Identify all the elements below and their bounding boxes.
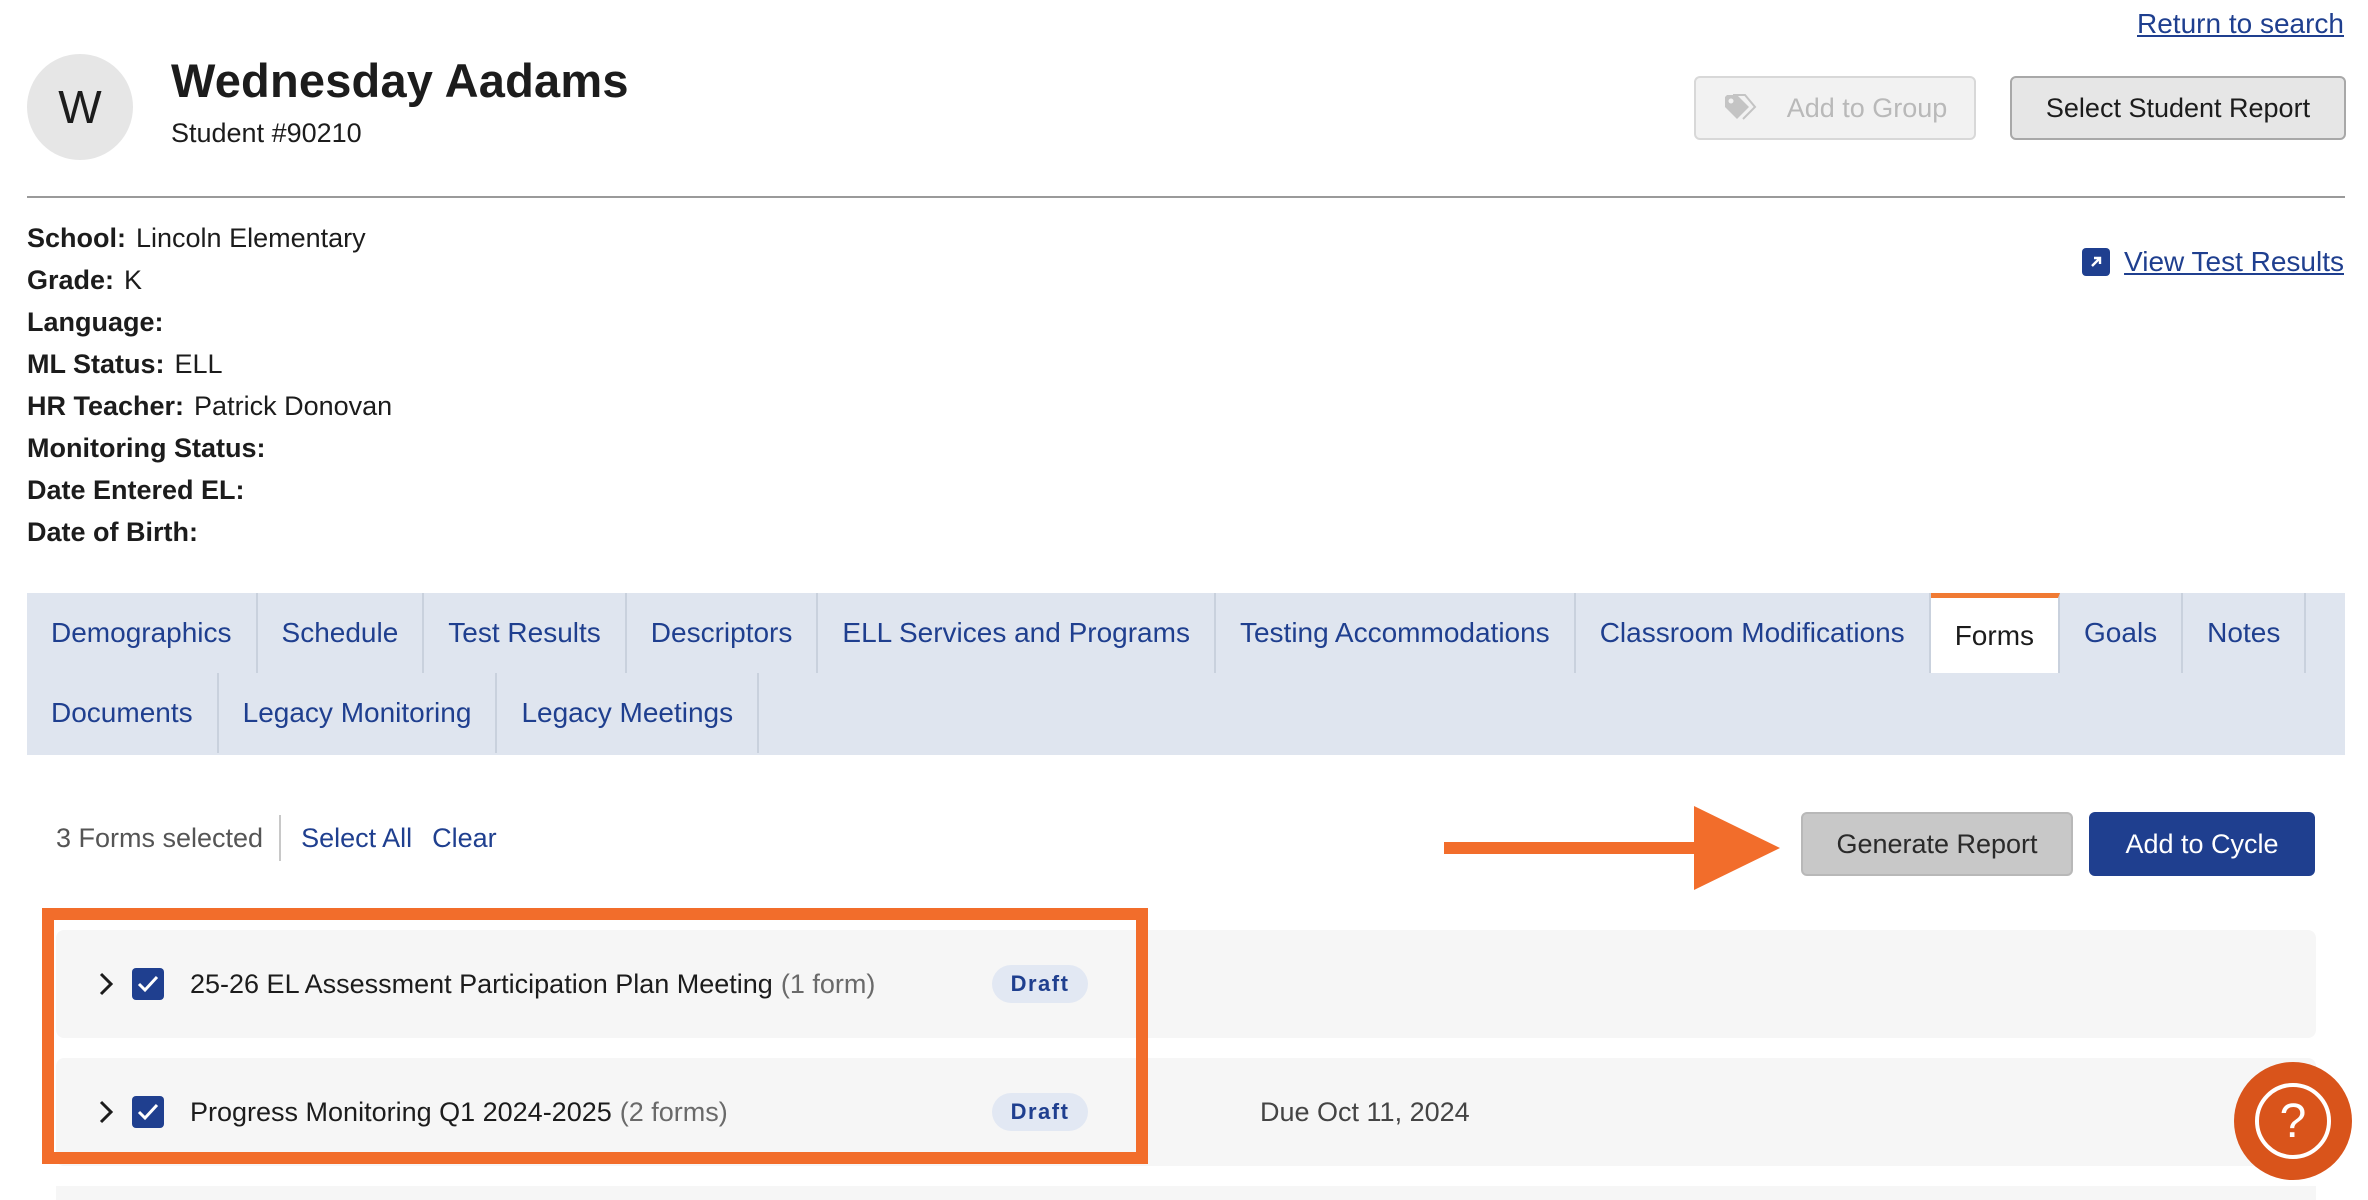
info-label: ML Status: [27, 349, 165, 379]
tab-documents[interactable]: Documents [27, 673, 219, 753]
checkbox-checked-icon[interactable] [132, 968, 164, 1000]
tab-legacy-meetings[interactable]: Legacy Meetings [497, 673, 760, 753]
info-row-grade: Grade: K [27, 262, 392, 304]
due-date: Due Oct 11, 2024 [1260, 1096, 1470, 1127]
form-title: 25-26 EL Assessment Participation Plan M… [190, 968, 773, 999]
avatar: W [27, 54, 133, 160]
student-info: School: Lincoln Elementary Grade: K Langua… [27, 220, 392, 556]
tab-testing-accommodations[interactable]: Testing Accommodations [1216, 593, 1576, 673]
info-label: Grade: [27, 265, 115, 295]
info-value: Patrick Donovan [194, 391, 393, 421]
tab-forms[interactable]: Forms [1930, 593, 2061, 673]
tab-bar: Demographics Schedule Test Results Descr… [27, 593, 2345, 755]
status-badge: Draft [992, 1093, 1088, 1131]
tag-icon [1723, 93, 1757, 123]
chevron-right-icon[interactable] [96, 970, 120, 998]
tab-descriptors[interactable]: Descriptors [627, 593, 819, 673]
info-row-ml-status: ML Status: ELL [27, 346, 392, 388]
tab-ell-services[interactable]: ELL Services and Programs [818, 593, 1216, 673]
student-number: Student #90210 [171, 118, 362, 148]
info-label: Date of Birth: [27, 517, 198, 547]
select-all-link[interactable]: Select All [301, 823, 412, 854]
student-name-block: Wednesday Aadams Student #90210 [171, 53, 629, 149]
list-item[interactable]: 25-26 EL Assessment Participation Plan M… [56, 930, 2316, 1038]
view-test-results-label: View Test Results [2124, 246, 2344, 277]
tab-goals[interactable]: Goals [2060, 593, 2184, 673]
forms-list: 25-26 EL Assessment Participation Plan M… [56, 930, 2316, 1186]
tab-demographics[interactable]: Demographics [27, 593, 258, 673]
tab-legacy-monitoring[interactable]: Legacy Monitoring [219, 673, 498, 753]
add-to-cycle-button[interactable]: Add to Cycle [2089, 812, 2315, 876]
view-test-results-link[interactable]: View Test Results [2082, 246, 2344, 278]
generate-report-button[interactable]: Generate Report [1801, 812, 2073, 876]
info-value: Lincoln Elementary [136, 223, 366, 253]
student-name: Wednesday Aadams [171, 54, 629, 107]
student-header: W Wednesday Aadams Student #90210 [27, 54, 629, 160]
info-row-monitoring-status: Monitoring Status: [27, 430, 392, 472]
header-divider [27, 196, 2345, 198]
tab-classroom-modifications[interactable]: Classroom Modifications [1576, 593, 1931, 673]
select-student-report-button[interactable]: Select Student Report [2010, 76, 2346, 140]
tab-notes[interactable]: Notes [2183, 593, 2307, 673]
annotation-arrow [1444, 806, 1780, 895]
info-label: Date Entered EL: [27, 475, 245, 505]
selection-bar: 3 Forms selected Select All Clear [56, 815, 497, 861]
tab-schedule[interactable]: Schedule [258, 593, 425, 673]
tab-row-2: Documents Legacy Monitoring Legacy Meeti… [27, 673, 2345, 753]
list-item-partial [56, 1186, 2316, 1200]
form-title: Progress Monitoring Q1 2024-2025 [190, 1096, 612, 1127]
add-to-group-label: Add to Group [1786, 92, 1948, 123]
external-link-icon [2082, 248, 2111, 276]
list-item[interactable]: Progress Monitoring Q1 2024-2025 (2 form… [56, 1058, 2316, 1166]
info-label: Monitoring Status: [27, 433, 266, 463]
tab-row-1: Demographics Schedule Test Results Descr… [27, 593, 2345, 673]
info-label: School: [27, 223, 126, 253]
clear-link[interactable]: Clear [432, 823, 497, 854]
info-row-school: School: Lincoln Elementary [27, 220, 392, 262]
tab-test-results[interactable]: Test Results [424, 593, 627, 673]
help-icon: ? [2255, 1083, 2331, 1159]
chevron-right-icon[interactable] [96, 1098, 120, 1126]
checkbox-checked-icon[interactable] [132, 1096, 164, 1128]
info-row-language: Language: [27, 304, 392, 346]
info-label: Language: [27, 307, 164, 337]
help-button[interactable]: ? [2234, 1062, 2352, 1180]
add-to-group-button[interactable]: Add to Group [1694, 76, 1976, 140]
info-row-date-entered-el: Date Entered EL: [27, 472, 392, 514]
return-to-search-link[interactable]: Return to search [2137, 8, 2344, 40]
status-badge: Draft [992, 965, 1088, 1003]
info-value: ELL [174, 349, 223, 379]
info-label: HR Teacher: [27, 391, 185, 421]
info-value: K [124, 265, 143, 295]
info-row-date-of-birth: Date of Birth: [27, 514, 392, 556]
form-count: (2 forms) [619, 1096, 728, 1127]
forms-selected-count: 3 Forms selected [56, 815, 282, 861]
info-row-hr-teacher: HR Teacher: Patrick Donovan [27, 388, 392, 430]
form-count: (1 form) [780, 968, 876, 999]
